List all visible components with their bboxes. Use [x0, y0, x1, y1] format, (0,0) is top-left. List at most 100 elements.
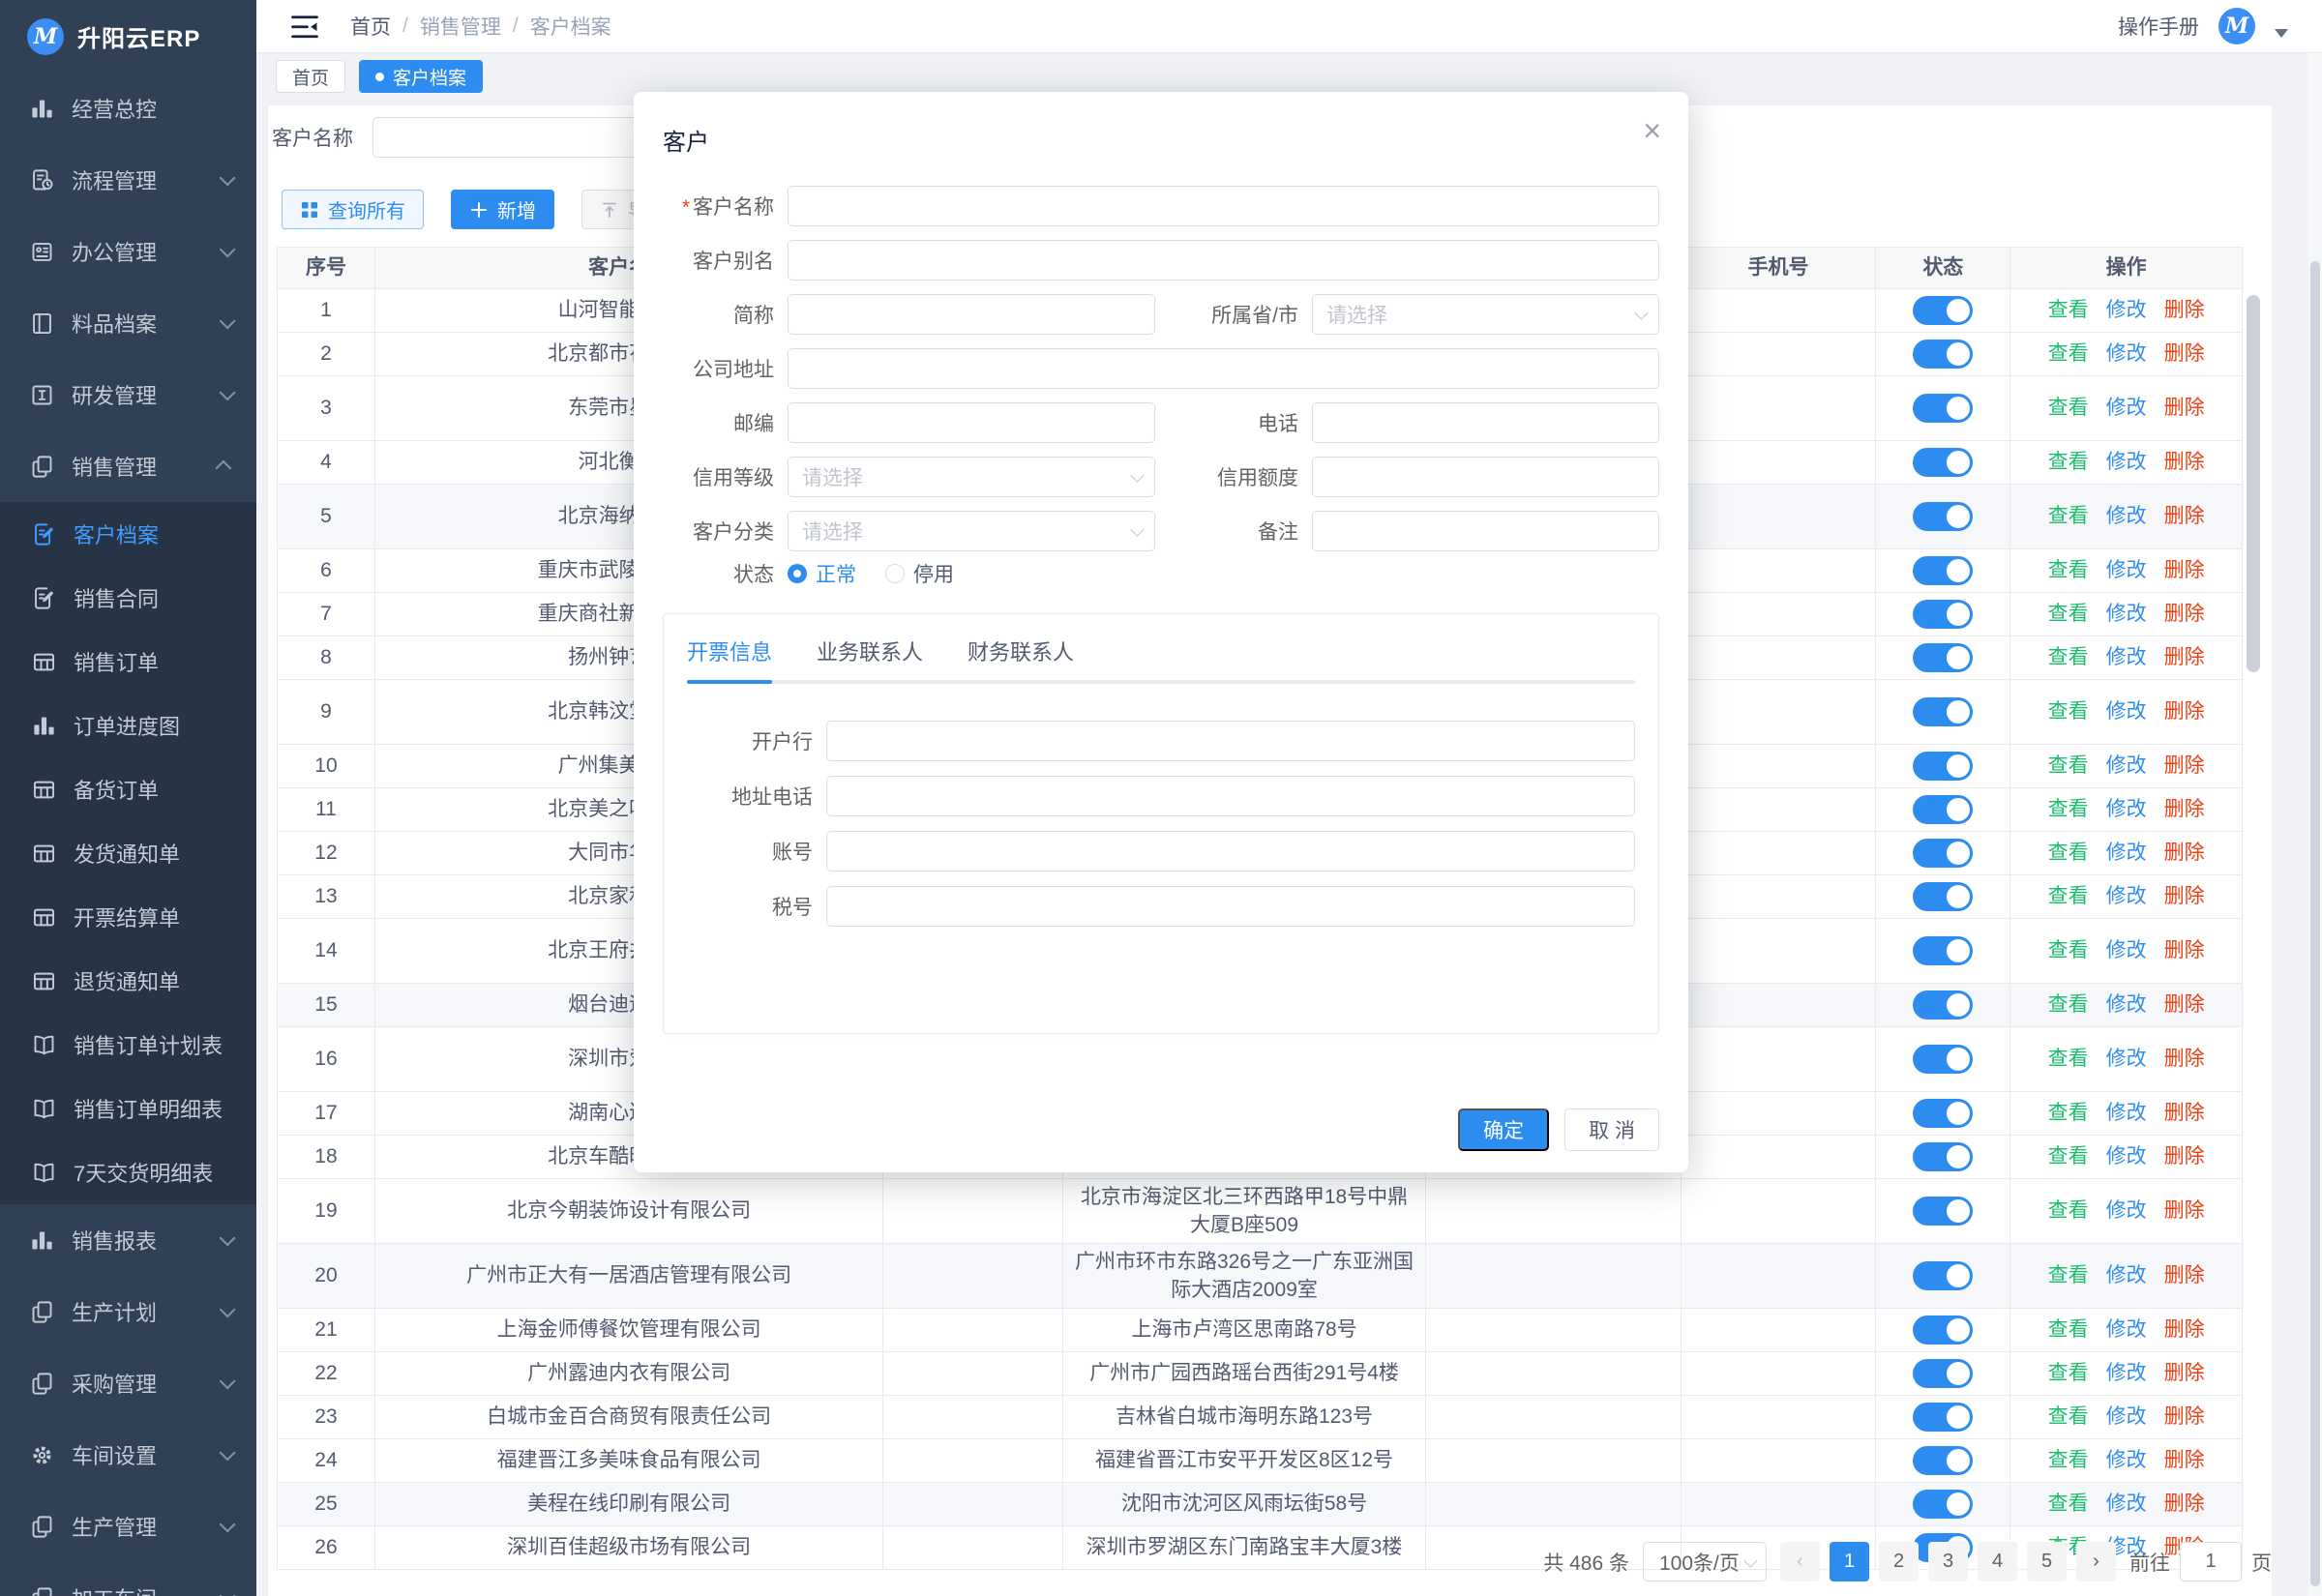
- delete-link[interactable]: 删除: [2164, 556, 2205, 584]
- view-link[interactable]: 查看: [2048, 340, 2089, 368]
- status-toggle[interactable]: [1913, 1045, 1973, 1074]
- view-link[interactable]: 查看: [2048, 1315, 2089, 1344]
- edit-link[interactable]: 修改: [2106, 752, 2147, 780]
- 账号-input[interactable]: [826, 831, 1635, 872]
- view-link[interactable]: 查看: [2048, 600, 2089, 628]
- sidebar-item-发货通知单[interactable]: 发货通知单: [0, 821, 256, 885]
- 信用等级-select[interactable]: 请选择: [788, 457, 1155, 497]
- edit-link[interactable]: 修改: [2106, 502, 2147, 530]
- edit-link[interactable]: 修改: [2106, 394, 2147, 422]
- page-button-1[interactable]: 1: [1830, 1542, 1869, 1581]
- edit-link[interactable]: 修改: [2106, 643, 2147, 671]
- sidebar-item-销售订单计划表[interactable]: 销售订单计划表: [0, 1013, 256, 1077]
- status-toggle[interactable]: [1913, 1446, 1973, 1475]
- delete-link[interactable]: 删除: [2164, 1403, 2205, 1431]
- view-link[interactable]: 查看: [2048, 1261, 2089, 1289]
- prev-page-button[interactable]: ‹: [1780, 1542, 1820, 1581]
- view-link[interactable]: 查看: [2048, 448, 2089, 476]
- status-toggle[interactable]: [1913, 1142, 1973, 1171]
- delete-link[interactable]: 删除: [2164, 752, 2205, 780]
- delete-link[interactable]: 删除: [2164, 502, 2205, 530]
- view-link[interactable]: 查看: [2048, 752, 2089, 780]
- delete-link[interactable]: 删除: [2164, 1142, 2205, 1170]
- sidebar-item-销售管理[interactable]: 销售管理: [0, 430, 256, 502]
- view-link[interactable]: 查看: [2048, 839, 2089, 867]
- view-link[interactable]: 查看: [2048, 643, 2089, 671]
- view-link[interactable]: 查看: [2048, 697, 2089, 725]
- status-toggle[interactable]: [1913, 839, 1973, 868]
- edit-link[interactable]: 修改: [2106, 1045, 2147, 1073]
- status-toggle[interactable]: [1913, 882, 1973, 911]
- status-toggle[interactable]: [1913, 448, 1973, 477]
- status-toggle[interactable]: [1913, 556, 1973, 585]
- view-link[interactable]: 查看: [2048, 1359, 2089, 1387]
- sidebar-item-客户档案[interactable]: 客户档案: [0, 502, 256, 566]
- delete-link[interactable]: 删除: [2164, 1197, 2205, 1225]
- manual-link[interactable]: 操作手册: [2118, 12, 2199, 41]
- breadcrumb-home[interactable]: 首页: [350, 12, 391, 41]
- edit-link[interactable]: 修改: [2106, 1446, 2147, 1474]
- status-toggle[interactable]: [1913, 990, 1973, 1020]
- delete-link[interactable]: 删除: [2164, 936, 2205, 964]
- status-radio-停用[interactable]: 停用: [885, 559, 954, 588]
- page-button-2[interactable]: 2: [1879, 1542, 1919, 1581]
- view-link[interactable]: 查看: [2048, 556, 2089, 584]
- edit-link[interactable]: 修改: [2106, 296, 2147, 324]
- sidebar-item-销售订单[interactable]: 销售订单: [0, 630, 256, 694]
- delete-link[interactable]: 删除: [2164, 839, 2205, 867]
- status-toggle[interactable]: [1913, 1359, 1973, 1388]
- breadcrumb-sales[interactable]: 销售管理: [420, 12, 501, 41]
- query-all-button[interactable]: 查询所有: [282, 190, 424, 229]
- add-button[interactable]: 新增: [451, 190, 554, 229]
- sidebar-item-销售合同[interactable]: 销售合同: [0, 566, 256, 630]
- status-toggle[interactable]: [1913, 296, 1973, 325]
- status-toggle[interactable]: [1913, 600, 1973, 629]
- edit-link[interactable]: 修改: [2106, 1315, 2147, 1344]
- goto-page-input[interactable]: [2180, 1542, 2242, 1581]
- 税号-input[interactable]: [826, 886, 1635, 927]
- 客户分类-select[interactable]: 请选择: [788, 511, 1155, 551]
- app-logo[interactable]: M 升阳云ERP: [0, 0, 256, 73]
- sidebar-item-车间设置[interactable]: 车间设置: [0, 1419, 256, 1491]
- page-scrollbar[interactable]: [2308, 53, 2322, 1596]
- status-toggle[interactable]: [1913, 1261, 1973, 1290]
- sidebar-item-采购管理[interactable]: 采购管理: [0, 1347, 256, 1419]
- edit-link[interactable]: 修改: [2106, 697, 2147, 725]
- status-toggle[interactable]: [1913, 394, 1973, 423]
- confirm-button[interactable]: 确定: [1458, 1108, 1549, 1151]
- 所属省/市-select[interactable]: 请选择: [1312, 294, 1659, 335]
- edit-link[interactable]: 修改: [2106, 340, 2147, 368]
- delete-link[interactable]: 删除: [2164, 1315, 2205, 1344]
- delete-link[interactable]: 删除: [2164, 1045, 2205, 1073]
- delete-link[interactable]: 删除: [2164, 394, 2205, 422]
- view-link[interactable]: 查看: [2048, 795, 2089, 823]
- delete-link[interactable]: 删除: [2164, 882, 2205, 910]
- edit-link[interactable]: 修改: [2106, 990, 2147, 1019]
- sidebar-item-流程管理[interactable]: 流程管理: [0, 144, 256, 216]
- page-button-3[interactable]: 3: [1928, 1542, 1968, 1581]
- edit-link[interactable]: 修改: [2106, 448, 2147, 476]
- sidebar-item-销售报表[interactable]: 销售报表: [0, 1204, 256, 1276]
- view-link[interactable]: 查看: [2048, 1045, 2089, 1073]
- page-button-4[interactable]: 4: [1978, 1542, 2017, 1581]
- delete-link[interactable]: 删除: [2164, 1099, 2205, 1127]
- edit-link[interactable]: 修改: [2106, 600, 2147, 628]
- tab-customer-archive[interactable]: 客户档案: [359, 60, 483, 93]
- table-scrollbar-thumb[interactable]: [2247, 295, 2260, 672]
- status-toggle[interactable]: [1913, 1490, 1973, 1519]
- user-menu-caret-icon[interactable]: [2275, 29, 2288, 38]
- sidebar-item-生产计划[interactable]: 生产计划: [0, 1276, 256, 1347]
- 简称-input[interactable]: [788, 294, 1155, 335]
- sidebar-item-生产管理[interactable]: 生产管理: [0, 1491, 256, 1562]
- status-toggle[interactable]: [1913, 795, 1973, 824]
- status-toggle[interactable]: [1913, 936, 1973, 965]
- delete-link[interactable]: 删除: [2164, 448, 2205, 476]
- view-link[interactable]: 查看: [2048, 1099, 2089, 1127]
- edit-link[interactable]: 修改: [2106, 1142, 2147, 1170]
- page-scrollbar-thumb[interactable]: [2310, 261, 2320, 1586]
- delete-link[interactable]: 删除: [2164, 697, 2205, 725]
- view-link[interactable]: 查看: [2048, 882, 2089, 910]
- edit-link[interactable]: 修改: [2106, 936, 2147, 964]
- edit-link[interactable]: 修改: [2106, 1490, 2147, 1518]
- view-link[interactable]: 查看: [2048, 936, 2089, 964]
